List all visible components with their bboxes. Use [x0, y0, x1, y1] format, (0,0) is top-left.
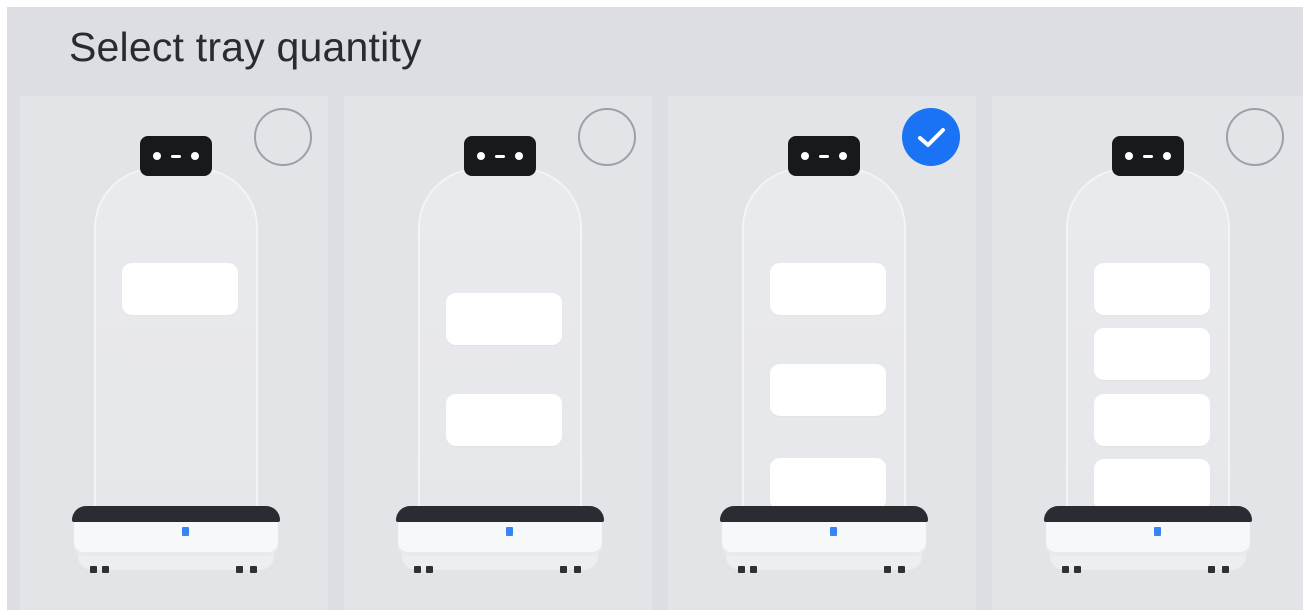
- tray-shelf: [122, 263, 238, 315]
- robot-eye: [1125, 152, 1133, 160]
- robot-mouth: [1143, 155, 1153, 158]
- tray-shelf: [1094, 263, 1210, 315]
- robot-base: [74, 520, 278, 556]
- robot-wheel: [414, 566, 421, 573]
- robot-illustration: [1044, 136, 1252, 606]
- robot-wheel: [90, 566, 97, 573]
- robot-logo: [830, 527, 837, 536]
- robot-eye: [801, 152, 809, 160]
- robot-base-top: [720, 506, 928, 522]
- robot-wheel: [1222, 566, 1229, 573]
- tray-shelf: [770, 458, 886, 510]
- robot-base-top: [72, 506, 280, 522]
- page-title: Select tray quantity: [69, 24, 422, 70]
- tray-shelf: [446, 394, 562, 446]
- robot-base: [398, 520, 602, 556]
- robot-eye: [191, 152, 199, 160]
- robot-mouth: [495, 155, 505, 158]
- robot-wheel: [1074, 566, 1081, 573]
- robot-logo: [506, 527, 513, 536]
- tray-shelf: [1094, 394, 1210, 446]
- robot-base-top: [396, 506, 604, 522]
- robot-illustration: [72, 136, 280, 606]
- robot-logo: [1154, 527, 1161, 536]
- tray-option-3[interactable]: [668, 96, 976, 610]
- robot-illustration: [396, 136, 604, 606]
- robot-wheel: [574, 566, 581, 573]
- tray-selection-panel: Select tray quantity: [7, 7, 1303, 610]
- tray-option-1[interactable]: [20, 96, 328, 610]
- robot-wheel: [236, 566, 243, 573]
- robot-eye: [515, 152, 523, 160]
- robot-face: [140, 136, 212, 176]
- robot-logo: [182, 527, 189, 536]
- robot-wheel: [560, 566, 567, 573]
- tray-shelf: [770, 263, 886, 315]
- robot-face: [788, 136, 860, 176]
- robot-wheel: [1208, 566, 1215, 573]
- robot-wheel: [1062, 566, 1069, 573]
- tray-shelf: [770, 364, 886, 416]
- robot-base-top: [1044, 506, 1252, 522]
- robot-wheel: [750, 566, 757, 573]
- tray-option-2[interactable]: [344, 96, 652, 610]
- robot-face: [1112, 136, 1184, 176]
- tray-option-4[interactable]: [992, 96, 1303, 610]
- robot-base: [722, 520, 926, 556]
- robot-base: [1046, 520, 1250, 556]
- robot-wheel: [426, 566, 433, 573]
- tray-shelf: [1094, 459, 1210, 511]
- robot-wheel: [884, 566, 891, 573]
- tray-options: [20, 96, 1303, 610]
- robot-eye: [839, 152, 847, 160]
- robot-illustration: [720, 136, 928, 606]
- robot-face: [464, 136, 536, 176]
- robot-eye: [477, 152, 485, 160]
- robot-wheel: [102, 566, 109, 573]
- robot-mouth: [819, 155, 829, 158]
- robot-wheel: [738, 566, 745, 573]
- robot-frame: [742, 168, 906, 508]
- tray-shelf: [446, 293, 562, 345]
- robot-wheel: [250, 566, 257, 573]
- robot-wheel: [898, 566, 905, 573]
- robot-mouth: [171, 155, 181, 158]
- tray-shelf: [1094, 328, 1210, 380]
- robot-eye: [153, 152, 161, 160]
- robot-eye: [1163, 152, 1171, 160]
- robot-frame: [94, 168, 258, 508]
